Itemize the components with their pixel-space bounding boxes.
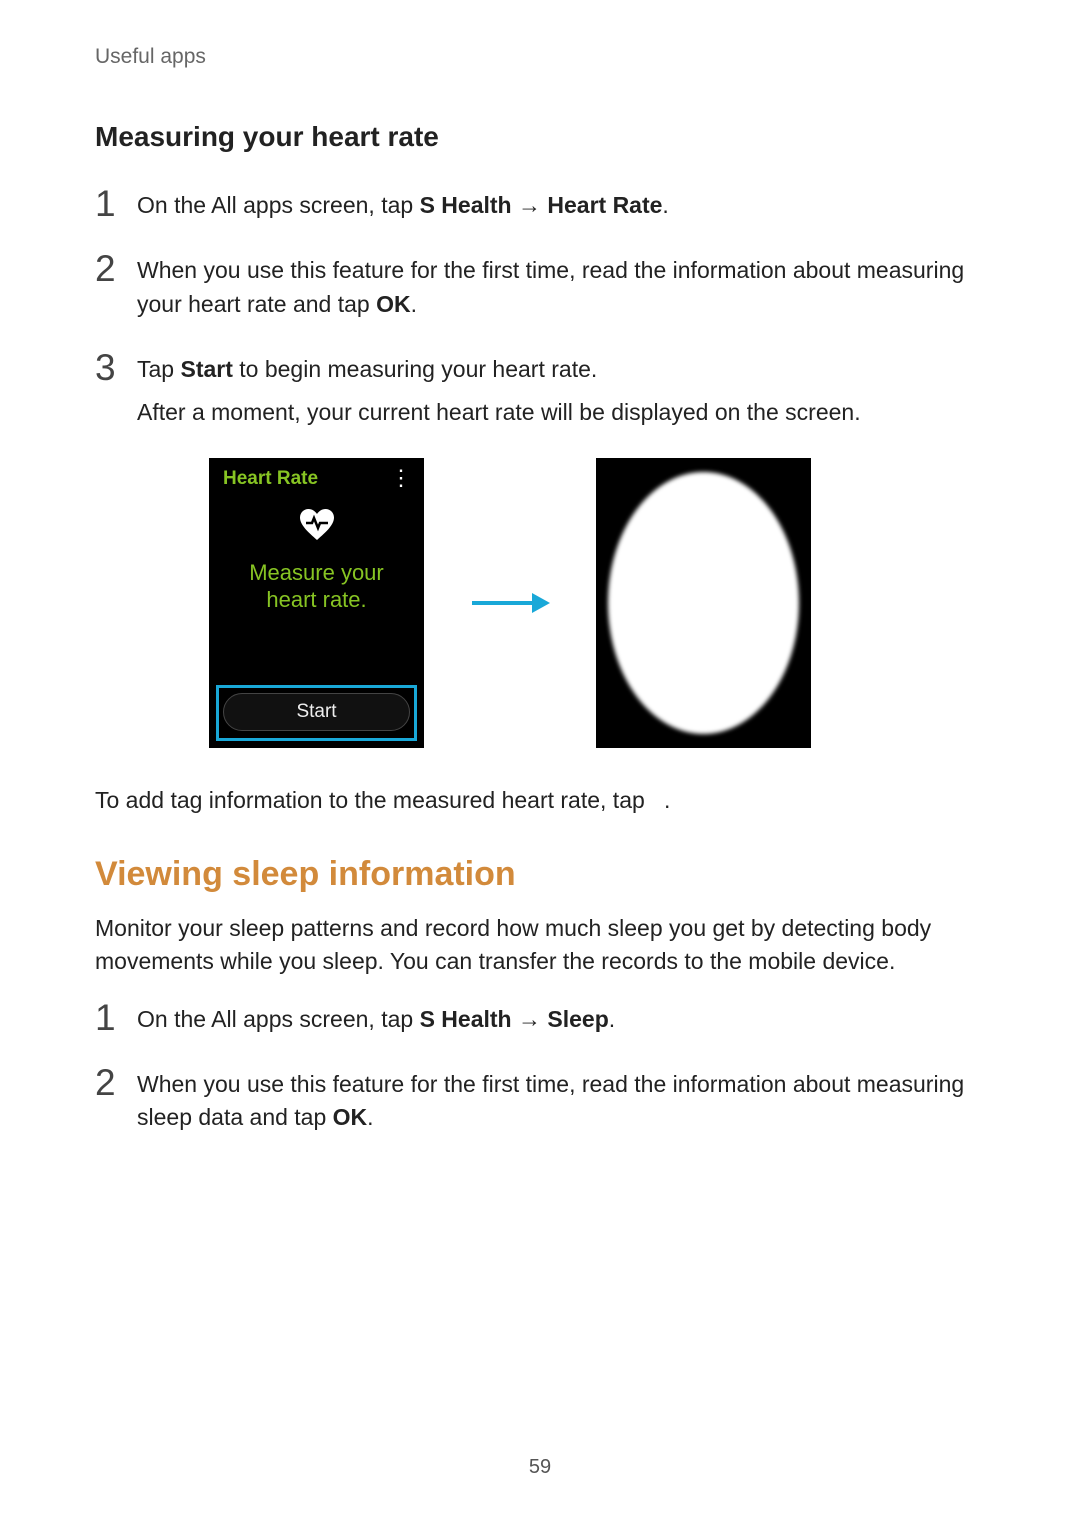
step-text: On the All apps screen, tap S Health → S… bbox=[137, 997, 615, 1036]
step-number: 1 bbox=[95, 997, 137, 1036]
arrow-text: → bbox=[512, 192, 548, 218]
text: On the All apps screen, tap bbox=[137, 192, 420, 218]
step-number: 2 bbox=[95, 1062, 137, 1101]
text: On the All apps screen, tap bbox=[137, 1006, 420, 1032]
text: . bbox=[609, 1006, 615, 1032]
more-menu-icon-inline bbox=[651, 787, 664, 813]
arrow-text: → bbox=[512, 1006, 548, 1032]
text: . bbox=[367, 1104, 373, 1130]
step-text: When you use this feature for the first … bbox=[137, 248, 985, 321]
figure-heart-rate: Heart Rate ⋮ Measure your heart rate. St… bbox=[209, 458, 985, 748]
text: to begin measuring your heart rate. bbox=[233, 356, 597, 382]
section-heading-sleep: Viewing sleep information bbox=[95, 855, 985, 894]
step-number: 3 bbox=[95, 347, 137, 386]
start-button: Start bbox=[223, 693, 410, 731]
heart-pulse-icon bbox=[298, 508, 336, 542]
section-intro: Monitor your sleep patterns and record h… bbox=[95, 912, 985, 979]
step-item: 1 On the All apps screen, tap S Health →… bbox=[95, 997, 985, 1036]
text: When you use this feature for the first … bbox=[137, 1071, 964, 1130]
step-text: On the All apps screen, tap S Health → H… bbox=[137, 183, 669, 222]
bold-text: OK bbox=[376, 291, 411, 317]
bold-text: Sleep bbox=[547, 1006, 608, 1032]
running-header: Useful apps bbox=[95, 45, 985, 69]
step-text: When you use this feature for the first … bbox=[137, 1062, 985, 1135]
text: To add tag information to the measured h… bbox=[95, 787, 651, 813]
step-item: 2 When you use this feature for the firs… bbox=[95, 248, 985, 321]
bold-text: S Health bbox=[420, 192, 512, 218]
device-prompt-line2: heart rate. bbox=[209, 586, 424, 614]
step-item: 3 Tap Start to begin measuring your hear… bbox=[95, 347, 985, 430]
start-button-highlight: Start bbox=[216, 685, 417, 741]
bold-text: Heart Rate bbox=[547, 192, 662, 218]
step-subtext: After a moment, your current heart rate … bbox=[137, 396, 861, 429]
text: . bbox=[662, 192, 668, 218]
bold-text: S Health bbox=[420, 1006, 512, 1032]
text: Tap bbox=[137, 356, 180, 382]
step-item: 2 When you use this feature for the firs… bbox=[95, 1062, 985, 1135]
placeholder-oval bbox=[608, 472, 799, 734]
device-screen-title: Heart Rate bbox=[223, 468, 318, 490]
bold-text: OK bbox=[333, 1104, 368, 1130]
device-screenshot-right bbox=[596, 458, 811, 748]
device-screenshot-left: Heart Rate ⋮ Measure your heart rate. St… bbox=[209, 458, 424, 748]
step-text: Tap Start to begin measuring your heart … bbox=[137, 347, 861, 430]
arrow-right-icon bbox=[470, 590, 550, 616]
page-number: 59 bbox=[0, 1456, 1080, 1479]
text: . bbox=[664, 787, 670, 813]
bold-text: Start bbox=[180, 356, 232, 382]
step-item: 1 On the All apps screen, tap S Health →… bbox=[95, 183, 985, 222]
more-menu-icon: ⋮ bbox=[390, 474, 412, 483]
tag-note: To add tag information to the measured h… bbox=[95, 784, 985, 817]
text: . bbox=[411, 291, 417, 317]
text: When you use this feature for the first … bbox=[137, 257, 964, 316]
section-heading-heart-rate: Measuring your heart rate bbox=[95, 121, 985, 153]
step-number: 1 bbox=[95, 183, 137, 222]
device-prompt-line1: Measure your bbox=[209, 559, 424, 587]
step-number: 2 bbox=[95, 248, 137, 287]
